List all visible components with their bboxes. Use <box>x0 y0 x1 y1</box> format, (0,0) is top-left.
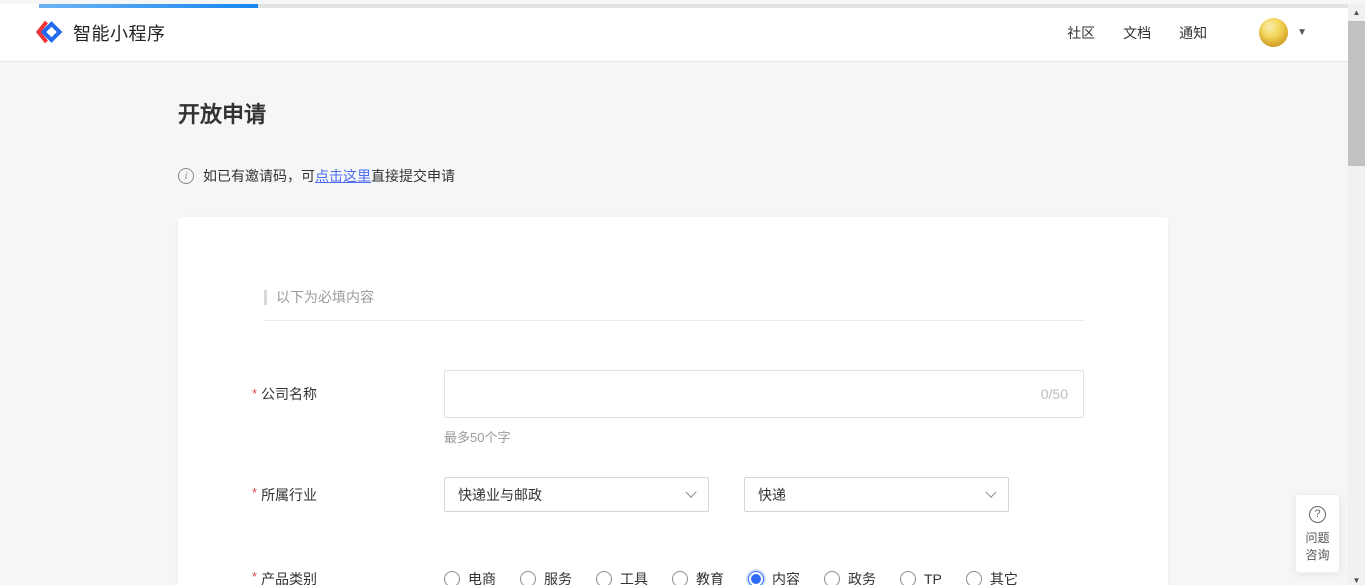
radio-icon[interactable] <box>900 571 916 585</box>
industry-primary-value: 快递业与邮政 <box>458 485 542 505</box>
radio-icon[interactable] <box>824 571 840 585</box>
nav-item-community[interactable]: 社区 <box>1067 23 1095 43</box>
help-line-2: 咨询 <box>1296 547 1339 564</box>
caret-down-icon[interactable]: ▼ <box>1297 28 1307 38</box>
scrollbar-thumb[interactable] <box>1348 21 1365 166</box>
header-nav: 社区 文档 通知 <box>1067 23 1207 43</box>
radio-icon[interactable] <box>444 571 460 585</box>
progress-gap <box>0 4 39 8</box>
company-name-label: * 公司名称 <box>252 370 444 418</box>
radio-option-service[interactable]: 服务 <box>520 569 572 585</box>
chevron-down-icon <box>685 486 696 497</box>
radio-option-government[interactable]: 政务 <box>824 569 876 585</box>
radio-icon[interactable] <box>966 571 982 585</box>
industry-label: * 所属行业 <box>252 485 444 505</box>
radio-option-content[interactable]: 内容 <box>748 569 800 585</box>
main-content: 开放申请 i 如已有邀请码，可点击这里直接提交申请 以下为必填内容 * 公司名称… <box>178 97 1168 585</box>
industry-row: * 所属行业 快递业与邮政 快递 <box>252 477 1168 512</box>
product-category-row: * 产品类别 电商 服务 工具 教育 <box>252 569 1168 585</box>
info-icon: i <box>178 168 194 184</box>
radio-option-other[interactable]: 其它 <box>966 569 1018 585</box>
user-menu[interactable]: ▼ <box>1259 18 1307 47</box>
smart-program-logo-icon <box>36 19 63 46</box>
radio-icon-selected[interactable] <box>748 571 764 585</box>
company-name-input-wrap: 0/50 <box>444 370 1084 418</box>
brand-home-link[interactable]: 智能小程序 <box>36 19 166 46</box>
radio-option-ecommerce[interactable]: 电商 <box>444 569 496 585</box>
section-bar <box>264 290 267 305</box>
help-line-1: 问题 <box>1296 530 1339 547</box>
notice-link[interactable]: 点击这里 <box>315 166 371 186</box>
nav-item-notifications[interactable]: 通知 <box>1179 23 1207 43</box>
radio-option-tool[interactable]: 工具 <box>596 569 648 585</box>
product-category-options: 电商 服务 工具 教育 内容 <box>444 569 1042 585</box>
chevron-down-icon <box>985 486 996 497</box>
page-load-progress-fill <box>39 4 258 8</box>
required-mark: * <box>252 370 257 418</box>
question-icon: ? <box>1309 506 1326 523</box>
industry-secondary-value: 快递 <box>758 485 786 505</box>
notice-text-post: 直接提交申请 <box>371 166 455 186</box>
section-title: 以下为必填内容 <box>276 287 374 307</box>
radio-option-education[interactable]: 教育 <box>672 569 724 585</box>
radio-icon[interactable] <box>520 571 536 585</box>
top-header: 智能小程序 社区 文档 通知 ▼ <box>0 4 1365 62</box>
required-mark: * <box>252 569 257 585</box>
industry-selects: 快递业与邮政 快递 <box>444 477 1009 512</box>
company-name-help: 最多50个字 <box>444 427 1084 446</box>
invite-code-notice: i 如已有邀请码，可点击这里直接提交申请 <box>178 166 1168 186</box>
scrollbar-up-icon[interactable]: ▲ <box>1348 4 1365 21</box>
company-name-input[interactable] <box>444 370 1084 418</box>
notice-text-pre: 如已有邀请码，可 <box>203 166 315 186</box>
scrollbar-down-icon[interactable]: ▼ <box>1348 572 1365 585</box>
required-section-header: 以下为必填内容 <box>264 287 1168 307</box>
char-counter: 0/50 <box>1041 386 1068 402</box>
company-name-row: * 公司名称 0/50 最多50个字 <box>252 370 1168 446</box>
page-title: 开放申请 <box>178 97 1168 129</box>
required-mark: * <box>252 485 257 505</box>
help-consult-widget[interactable]: ? 问题 咨询 <box>1295 494 1340 573</box>
radio-option-tp[interactable]: TP <box>900 571 942 585</box>
page-load-progress-track <box>0 4 1365 8</box>
nav-item-docs[interactable]: 文档 <box>1123 23 1151 43</box>
vertical-scrollbar[interactable]: ▲ ▼ <box>1348 4 1365 585</box>
section-divider <box>264 320 1084 321</box>
industry-primary-select[interactable]: 快递业与邮政 <box>444 477 709 512</box>
industry-secondary-select[interactable]: 快递 <box>744 477 1009 512</box>
brand-name: 智能小程序 <box>73 20 166 46</box>
product-category-label: * 产品类别 <box>252 569 444 585</box>
avatar[interactable] <box>1259 18 1288 47</box>
radio-icon[interactable] <box>672 571 688 585</box>
application-form-card: 以下为必填内容 * 公司名称 0/50 最多50个字 * 所属行业 <box>178 217 1168 585</box>
radio-icon[interactable] <box>596 571 612 585</box>
